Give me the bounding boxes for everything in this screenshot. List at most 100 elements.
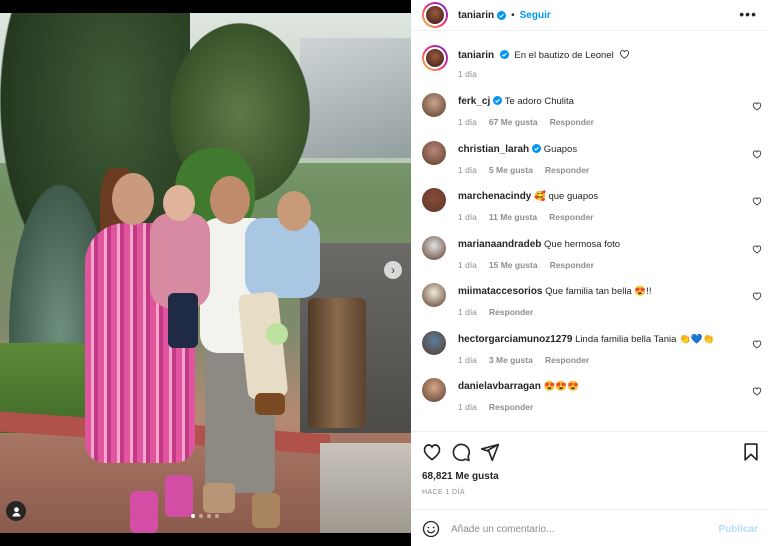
comment-text: 😍😍😍 (543, 381, 579, 392)
photo-boy (277, 191, 311, 231)
photo-man (252, 493, 280, 528)
heart-outline-icon (620, 50, 630, 59)
photo-woman (165, 475, 193, 517)
carousel-dot (199, 514, 203, 518)
reply-button[interactable]: Responder (545, 355, 589, 365)
heart-icon[interactable] (752, 101, 762, 111)
comment-username[interactable]: hectorgarciamunoz1279 (458, 334, 573, 345)
comment-text: Que hermosa foto (544, 238, 621, 250)
comment-time: 1 día (458, 402, 477, 412)
post-panel: taniarin • Seguir ••• taniarin En el bau… (411, 0, 768, 546)
photo-tree-stump (308, 298, 366, 428)
heart-icon[interactable] (752, 244, 762, 254)
carousel-dot (191, 514, 195, 518)
avatar[interactable] (422, 93, 446, 117)
photo-pergola (300, 38, 411, 158)
avatar[interactable] (422, 378, 446, 402)
emoji-icon[interactable] (422, 520, 440, 538)
comment-time: 1 día (458, 212, 477, 222)
avatar[interactable] (422, 2, 448, 28)
heart-icon[interactable] (752, 149, 762, 159)
photo-girl (168, 293, 198, 348)
user-icon (11, 506, 21, 517)
caption-username[interactable]: taniarin (458, 50, 494, 61)
avatar[interactable] (422, 188, 446, 212)
caption-text: En el bautizo de Leonel (514, 50, 614, 61)
comment-text: Que familia tan bella 😍!! (545, 286, 652, 297)
avatar[interactable] (422, 235, 446, 260)
photo-woman (130, 491, 158, 533)
comment-likes[interactable]: 15 Me gusta (489, 260, 538, 270)
photo-man (210, 176, 250, 224)
comment-icon[interactable] (451, 442, 471, 462)
comment-likes[interactable]: 11 Me gusta (489, 212, 537, 222)
comment-composer: Publicar (411, 509, 768, 546)
comment-text: 🥰 que guapos (534, 191, 599, 202)
photo-boy (245, 218, 320, 298)
comment-text: Te adoro Chulita (504, 96, 574, 107)
verified-badge-icon (499, 50, 509, 59)
photo-girl (163, 185, 195, 221)
comment-username[interactable]: christian_larah (458, 144, 529, 155)
heart-icon[interactable] (752, 339, 762, 349)
comment-username[interactable]: danielavbarragan (458, 381, 541, 392)
reply-button[interactable]: Responder (489, 307, 533, 317)
comment-username[interactable]: marianaandradeb (458, 239, 541, 250)
comment-time: 1 día (458, 164, 477, 175)
avatar[interactable] (422, 140, 446, 165)
photo-stone-step (320, 443, 411, 533)
heart-icon[interactable] (422, 442, 442, 462)
verified-badge-icon (532, 143, 542, 153)
carousel-dot (215, 514, 219, 518)
comment-text: Guapos (543, 143, 578, 155)
comment-username[interactable]: marchenacindy (458, 191, 531, 202)
tagged-users-button[interactable] (6, 501, 26, 521)
verified-badge-icon (497, 10, 507, 20)
comment-username[interactable]: ferk_cj (458, 96, 490, 107)
heart-icon[interactable] (752, 386, 762, 396)
photo-boy (255, 393, 285, 415)
post-date: HACE 1 DÍA (422, 489, 465, 496)
comment-time: 1 día (458, 307, 477, 317)
likes-count[interactable]: 68,821 Me gusta (422, 471, 499, 482)
photo-man (203, 483, 235, 513)
follow-button[interactable]: Seguir (520, 10, 551, 21)
reply-button[interactable]: Responder (550, 117, 594, 127)
avatar[interactable] (422, 330, 446, 355)
post-media: › (0, 0, 411, 546)
reply-button[interactable]: Responder (549, 212, 593, 222)
comment-username[interactable]: miimataccesorios (458, 286, 543, 297)
separator-dot: • (511, 9, 515, 21)
carousel-dots (191, 514, 219, 518)
share-icon[interactable] (480, 442, 500, 462)
photo-woman (112, 173, 154, 225)
post-photo[interactable] (0, 13, 411, 533)
photo-ball (266, 323, 288, 345)
heart-icon[interactable] (752, 291, 762, 301)
avatar[interactable] (422, 45, 448, 71)
comment-input[interactable] (451, 519, 701, 539)
verified-badge-icon (493, 96, 503, 105)
chevron-right-icon: › (391, 263, 395, 277)
post-username[interactable]: taniarin (458, 10, 494, 21)
carousel-next-button[interactable]: › (384, 261, 402, 279)
heart-icon[interactable] (752, 196, 762, 206)
comment-time: 1 día (458, 259, 477, 270)
publish-button[interactable]: Publicar (719, 524, 758, 535)
reply-button[interactable]: Responder (545, 165, 589, 175)
post-header: taniarin • Seguir ••• (411, 0, 768, 31)
reply-button[interactable]: Responder (550, 260, 594, 270)
comment-likes[interactable]: 5 Me gusta (489, 165, 533, 175)
post-actions: 68,821 Me gusta HACE 1 DÍA Publicar (411, 431, 768, 546)
comment-time: 1 día (458, 354, 477, 365)
more-options-icon[interactable]: ••• (739, 7, 757, 21)
avatar[interactable] (422, 283, 446, 307)
comment-time: 1 día (458, 117, 477, 127)
comment-likes[interactable]: 3 Me gusta (489, 355, 533, 365)
carousel-dot (207, 514, 211, 518)
comment-likes[interactable]: 67 Me gusta (489, 117, 538, 127)
comments-list[interactable]: taniarin En el bautizo de Leonel 1 día f… (411, 32, 768, 430)
bookmark-icon[interactable] (741, 442, 761, 462)
comment-text: Linda familia bella Tania 👏💙👏 (575, 333, 715, 345)
reply-button[interactable]: Responder (489, 402, 533, 412)
